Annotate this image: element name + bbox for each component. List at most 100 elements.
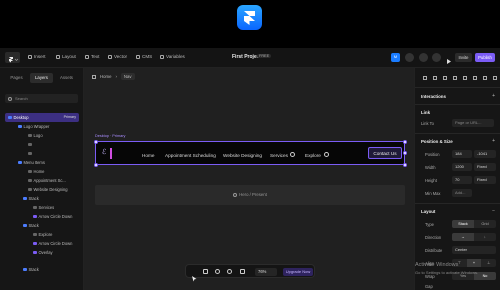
nav-logo[interactable]: ℰ [102, 148, 106, 156]
play-icon[interactable] [444, 53, 453, 64]
breadcrumb-nav[interactable]: Nav [120, 73, 135, 80]
upgrade-button[interactable]: Upgrade Now [283, 268, 313, 276]
layout-type-toggle[interactable]: Stack Grid [452, 220, 496, 228]
min-max-input[interactable]: Add... [452, 189, 472, 197]
text-icon [85, 54, 89, 59]
layer-item[interactable]: Stack [23, 221, 39, 230]
height-mode-select[interactable]: Fixed [474, 176, 496, 184]
more-icon[interactable] [493, 76, 497, 80]
link-input[interactable]: Page or URL... [452, 119, 494, 127]
framer-logo-icon [237, 5, 262, 30]
nav-frame[interactable]: ℰ Home Appointment Scheduling Website De… [93, 139, 407, 167]
grid-view-icon[interactable] [240, 269, 245, 274]
gap-label: Gap [425, 284, 433, 289]
breadcrumb-home[interactable]: Home [100, 74, 111, 79]
align-end-icon[interactable]: ⊥ [481, 259, 496, 267]
align-center-icon[interactable] [433, 76, 437, 80]
height-input[interactable]: 70 [452, 176, 472, 184]
layer-item[interactable]: Overlay [33, 248, 53, 257]
help-icon[interactable] [419, 53, 428, 62]
layer-item-empty[interactable] [28, 140, 32, 149]
publish-button[interactable]: Publish [475, 53, 495, 62]
layer-item[interactable]: Arrow Circle Down [33, 212, 72, 221]
cursor-icon[interactable] [192, 269, 197, 282]
arrow-down-icon[interactable]: ↓ [474, 233, 496, 241]
layer-item[interactable]: Appointment Sc... [28, 176, 66, 185]
layout-button[interactable]: Layout [56, 54, 76, 59]
invite-button[interactable]: Invite [455, 53, 472, 62]
stack-icon [23, 196, 27, 201]
hero-placeholder[interactable]: Hero / Present [95, 185, 405, 205]
position-options-button[interactable]: + [492, 138, 495, 144]
main-menu-button[interactable] [5, 52, 20, 63]
user-avatar[interactable]: M [391, 53, 400, 62]
position-y-input[interactable]: -1041 [474, 150, 496, 158]
align-bottom-icon[interactable] [473, 76, 477, 80]
layout-heading: Layout [421, 209, 436, 214]
width-mode-select[interactable]: Fixed [474, 163, 496, 171]
layer-item[interactable]: Logo [28, 131, 43, 140]
contact-us-button[interactable]: Contact Us [368, 147, 402, 159]
comment-icon[interactable] [215, 269, 220, 274]
direction-label: Direction [425, 235, 442, 240]
cms-button[interactable]: CMS [136, 54, 152, 59]
resize-handle[interactable] [402, 162, 407, 167]
align-top-icon[interactable] [453, 76, 457, 80]
position-x-input[interactable]: 184 [452, 150, 472, 158]
zoom-select[interactable]: 76% [255, 268, 277, 276]
sun-icon[interactable] [227, 269, 232, 274]
vector-icon [108, 54, 112, 59]
layer-item[interactable]: Stack [23, 265, 39, 274]
layer-item[interactable]: Stack [23, 194, 39, 203]
text-button[interactable]: Text [85, 54, 99, 59]
tab-assets[interactable]: Assets [55, 73, 78, 83]
resize-handle[interactable] [402, 139, 407, 144]
layer-item[interactable]: Services [33, 203, 54, 212]
position-label: Position [425, 152, 440, 157]
nav-appointment-scheduling[interactable]: Appointment Scheduling [165, 153, 216, 158]
add-interaction-button[interactable]: + [492, 93, 495, 99]
distribute-select[interactable]: Center [452, 246, 496, 254]
type-label: Type [425, 222, 434, 227]
width-input[interactable]: 1200 [452, 163, 472, 171]
layer-item[interactable]: Explore [33, 230, 52, 239]
layer-item[interactable]: Website Designing [28, 185, 68, 194]
vector-button[interactable]: Vector [108, 54, 127, 59]
align-middle-icon[interactable] [463, 76, 467, 80]
frame-label[interactable]: Desktop · Primary [95, 134, 125, 138]
nav-explore[interactable]: Explore [305, 153, 321, 158]
image-icon [28, 151, 32, 156]
layer-item[interactable]: Home [28, 167, 44, 176]
nav-website-designing[interactable]: Website Designing [223, 153, 262, 158]
distribute-icon[interactable] [483, 76, 487, 80]
nav-services[interactable]: Services [270, 153, 288, 158]
nav-home[interactable]: Home [142, 153, 155, 158]
layers-search-input[interactable]: Search [5, 94, 78, 103]
text-layer-icon [33, 232, 37, 237]
tab-layers[interactable]: Layers [30, 73, 53, 83]
preview-icon[interactable] [432, 53, 441, 62]
tab-pages[interactable]: Pages [5, 73, 28, 83]
text-layer-icon [28, 187, 32, 192]
layer-item-empty[interactable] [28, 149, 32, 158]
layout-type-grid[interactable]: Grid [474, 220, 496, 228]
layout-type-stack[interactable]: Stack [452, 220, 474, 228]
layer-item[interactable]: Menu Items [18, 158, 45, 167]
settings-icon[interactable] [405, 53, 414, 62]
layer-desktop[interactable]: Desktop Primary [5, 113, 79, 122]
direction-toggle[interactable]: → ↓ [452, 233, 496, 241]
layout-options-button[interactable]: − [492, 208, 495, 214]
variables-button[interactable]: Variables [160, 54, 185, 59]
align-right-icon[interactable] [443, 76, 447, 80]
hand-icon[interactable] [203, 269, 208, 274]
align-left-icon[interactable] [423, 76, 427, 80]
search-icon [8, 96, 12, 101]
resize-handle[interactable] [402, 151, 407, 155]
insert-button[interactable]: Insert [28, 54, 46, 59]
resize-handle[interactable] [93, 162, 98, 167]
resize-handle[interactable] [93, 139, 98, 144]
layer-item[interactable]: Logo Wrapper [18, 122, 49, 131]
canvas[interactable]: Home › Nav Desktop · Primary ℰ Home Appo… [84, 68, 414, 290]
layer-item[interactable]: Arrow Circle Down [33, 239, 72, 248]
arrow-right-icon[interactable]: → [452, 233, 474, 241]
